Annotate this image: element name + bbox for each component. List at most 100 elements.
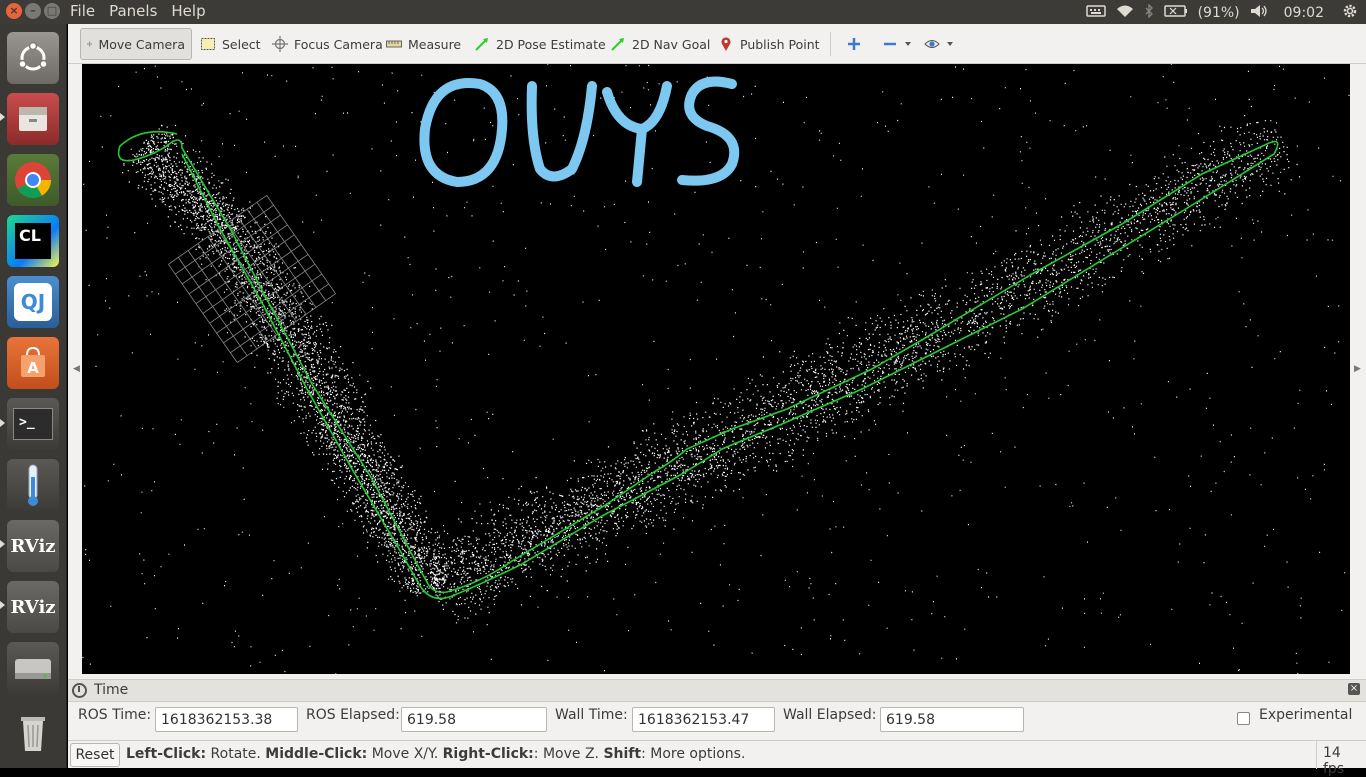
qt-icon[interactable]: QJ (7, 276, 59, 328)
hint-middle-click: Middle-Click: (265, 746, 368, 762)
3d-viewport[interactable] (82, 64, 1350, 674)
thermometer-icon[interactable] (7, 459, 59, 511)
focus-camera-label: Focus Camera (294, 36, 383, 52)
visibility-tool-button[interactable] (918, 28, 960, 60)
wall-time-label: Wall Time: (555, 707, 628, 723)
select-label: Select (222, 36, 261, 52)
chevron-down-icon (905, 42, 911, 46)
volume-icon[interactable] (1250, 4, 1268, 22)
disk-icon[interactable] (7, 642, 59, 694)
wall-time-field[interactable] (632, 707, 775, 732)
move-camera-icon (87, 41, 93, 47)
rviz-icon-2[interactable]: RViz (7, 581, 59, 633)
battery-percent: (91%) (1197, 5, 1240, 21)
annotation-letter-u (526, 81, 597, 182)
hint-shift-text: : More options. (641, 746, 746, 762)
left-collapse-arrow[interactable]: ◀ (73, 364, 80, 374)
top-panel: × – □ File Panels Help (91%) 09:02 (0, 0, 1366, 24)
select-icon (201, 38, 215, 50)
rviz-icon-1[interactable]: RViz (7, 520, 59, 572)
ruler-icon (386, 40, 402, 48)
status-bar: Reset Left-Click: Rotate. Middle-Click: … (68, 740, 1366, 777)
focus-camera-tool[interactable]: Focus Camera (266, 28, 389, 60)
maximize-window-button[interactable]: □ (44, 3, 60, 19)
hint-middle-text: Move X/Y. (367, 746, 443, 762)
minimize-window-button[interactable]: – (25, 3, 41, 19)
menu-bar: File Panels Help (70, 2, 206, 20)
handwritten-annotation (419, 76, 740, 187)
minus-icon (884, 42, 896, 46)
rviz-window: Move Camera Select Focus Camera Measure … (68, 24, 1366, 777)
trajectory-path (117, 130, 1279, 600)
chrome-icon[interactable] (7, 154, 59, 206)
ros-elapsed-label: ROS Elapsed: (306, 707, 400, 723)
green-arrow-icon (475, 38, 488, 51)
remove-tool-button[interactable] (876, 28, 918, 60)
rviz-label-1: RViz (10, 535, 56, 557)
software-center-icon[interactable]: A (7, 337, 59, 389)
ros-elapsed-field[interactable] (401, 707, 547, 732)
nav-goal-label: 2D Nav Goal (632, 36, 711, 52)
toolbar-separator (830, 32, 831, 56)
tool-bar: Move Camera Select Focus Camera Measure … (68, 24, 1366, 64)
window-controls: × – □ (6, 3, 60, 19)
clion-label: CL (15, 223, 51, 259)
experimental-checkbox[interactable] (1237, 712, 1250, 725)
terminal-label: >_ (13, 408, 53, 440)
measure-tool[interactable]: Measure (380, 28, 467, 60)
battery-icon[interactable] (1163, 4, 1188, 22)
map-pin-icon (721, 37, 731, 51)
wifi-icon[interactable] (1116, 4, 1134, 22)
menu-help[interactable]: Help (171, 2, 205, 20)
time-panel-header: Time × (68, 680, 1366, 702)
move-camera-label: Move Camera (98, 36, 185, 52)
pose-estimate-tool[interactable]: 2D Pose Estimate (468, 28, 612, 60)
wall-elapsed-field[interactable] (880, 707, 1024, 732)
point-cloud-points (82, 64, 1350, 674)
ubuntu-dash-icon[interactable] (7, 32, 59, 84)
status-hint: Left-Click: Rotate. Middle-Click: Move X… (126, 746, 745, 762)
menu-panels[interactable]: Panels (109, 2, 157, 20)
keyboard-icon[interactable] (1085, 4, 1106, 22)
publish-point-label: Publish Point (740, 36, 820, 52)
hint-left-text: Rotate. (206, 746, 266, 762)
point-cloud (82, 64, 1350, 674)
fps-counter: 14 fps (1316, 741, 1366, 777)
move-camera-tool[interactable]: Move Camera (80, 28, 192, 60)
plus-icon (848, 38, 860, 50)
reset-button[interactable]: Reset (70, 743, 120, 767)
clion-icon[interactable]: CL (7, 215, 59, 267)
gear-icon[interactable] (1342, 3, 1358, 23)
rviz-label-2: RViz (10, 596, 56, 618)
clock[interactable]: 09:02 (1284, 5, 1324, 21)
hint-shift: Shift (603, 746, 642, 762)
eye-icon (924, 40, 940, 48)
menu-file[interactable]: File (70, 2, 95, 20)
close-window-button[interactable]: × (6, 3, 22, 19)
green-arrow-icon (611, 38, 624, 51)
nav-goal-tool[interactable]: 2D Nav Goal (604, 28, 716, 60)
launcher: CL QJ A >_ RViz RViz (0, 24, 67, 768)
ros-time-field[interactable] (155, 707, 298, 732)
right-collapse-arrow[interactable]: ▶ (1354, 364, 1361, 374)
measure-label: Measure (408, 36, 462, 52)
hint-right-text: : Move Z. (533, 746, 604, 762)
files-icon[interactable] (7, 93, 59, 145)
svg-text:A: A (27, 359, 39, 377)
annotation-letter-y (602, 81, 672, 187)
hint-left-click: Left-Click: (126, 746, 207, 762)
focus-camera-icon (272, 36, 288, 52)
terminal-icon[interactable]: >_ (7, 398, 59, 450)
pose-estimate-label: 2D Pose Estimate (496, 36, 606, 52)
publish-point-tool[interactable]: Publish Point (712, 28, 826, 60)
bluetooth-icon[interactable] (1144, 3, 1154, 22)
close-icon[interactable]: × (1348, 683, 1360, 695)
trash-icon[interactable] (7, 707, 59, 759)
qt-label: QJ (14, 283, 52, 321)
select-tool[interactable]: Select (194, 28, 267, 60)
experimental-label: Experimental (1259, 707, 1353, 723)
add-tool-button[interactable] (840, 28, 868, 60)
annotation-letter-o (419, 78, 508, 187)
chevron-down-icon (947, 42, 953, 46)
wall-elapsed-label: Wall Elapsed: (783, 707, 877, 723)
